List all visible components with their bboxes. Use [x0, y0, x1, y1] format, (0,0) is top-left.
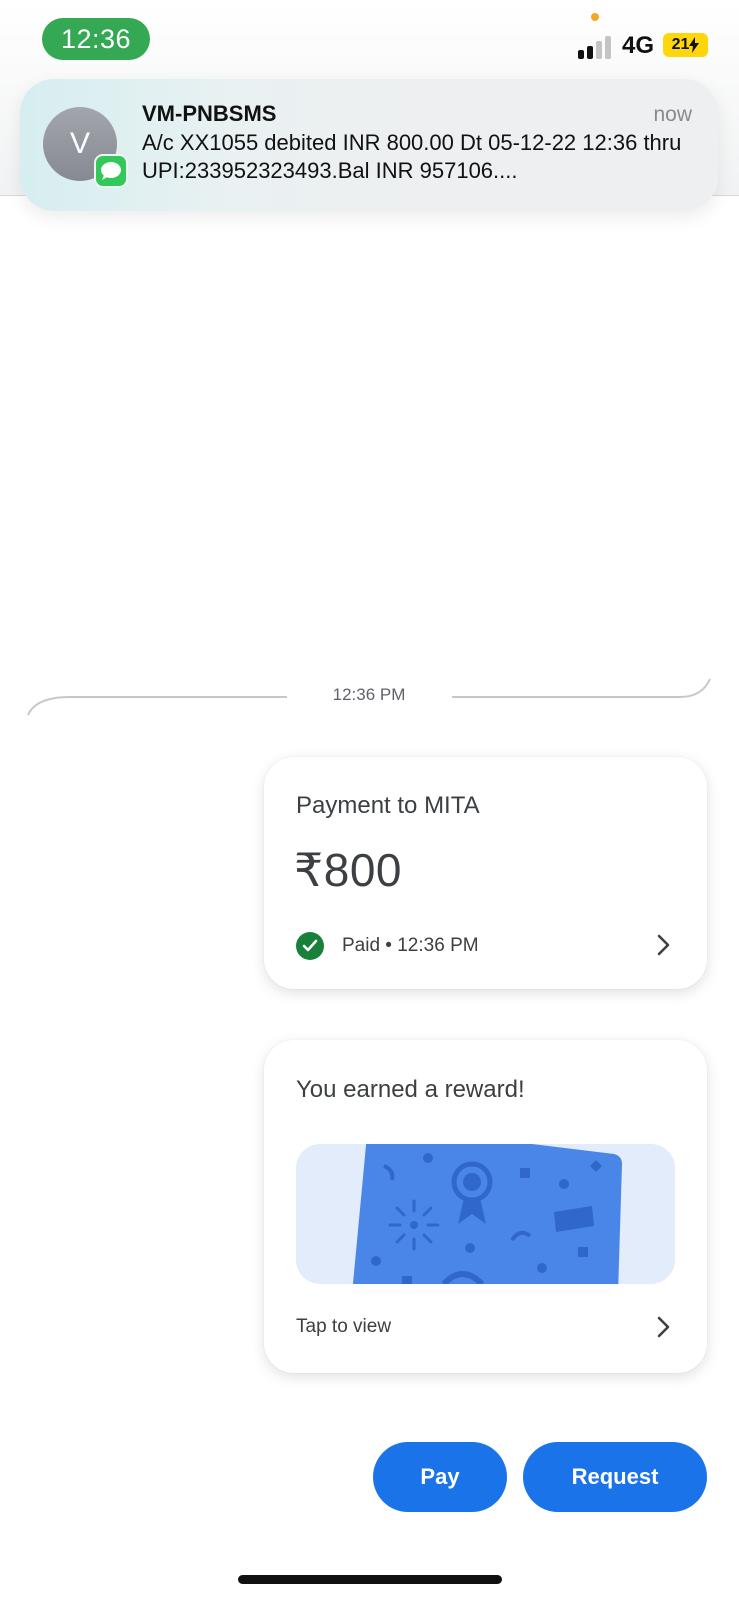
cellular-signal-icon	[578, 35, 616, 59]
payment-card[interactable]: Payment to MITA ₹800 Paid • 12:36 PM	[264, 757, 707, 989]
chat-timestamp-divider: 12:36 PM	[0, 660, 739, 720]
reward-title: You earned a reward!	[296, 1076, 525, 1103]
reward-scratch-card-icon	[352, 1144, 622, 1284]
chat-timestamp: 12:36 PM	[332, 685, 406, 704]
privacy-indicator-dot	[591, 13, 599, 21]
notification-sender: VM-PNBSMS	[142, 101, 277, 126]
request-button[interactable]: Request	[523, 1442, 707, 1512]
charging-bolt-icon	[689, 37, 700, 53]
tap-to-view-label: Tap to view	[296, 1316, 392, 1337]
pay-button[interactable]: Pay	[373, 1442, 507, 1512]
battery-level: 21	[671, 36, 690, 53]
chevron-right-icon[interactable]	[653, 1315, 673, 1339]
messages-icon	[94, 154, 128, 188]
battery-indicator: 21	[663, 33, 708, 57]
chevron-right-icon[interactable]	[653, 933, 673, 957]
reward-banner[interactable]	[296, 1144, 675, 1284]
check-circle-icon	[296, 932, 324, 960]
home-indicator[interactable]	[238, 1575, 502, 1584]
sms-notification-banner[interactable]: V VM-PNBSMS now A/c XX1055 debited INR 8…	[20, 79, 718, 211]
payment-amount: ₹800	[294, 844, 403, 896]
network-type-label: 4G	[622, 32, 655, 59]
payment-title: Payment to MITA	[296, 792, 480, 819]
notification-message: A/c XX1055 debited INR 800.00 Dt 05-12-2…	[142, 130, 682, 183]
payment-status-text: Paid • 12:36 PM	[342, 935, 479, 956]
status-bar-clock: 12:36	[42, 18, 150, 60]
avatar-initial: V	[69, 127, 90, 160]
notification-time: now	[653, 103, 692, 126]
payment-status-row: Paid • 12:36 PM	[296, 931, 686, 961]
reward-card[interactable]: You earned a reward! Tap to view	[264, 1040, 707, 1373]
